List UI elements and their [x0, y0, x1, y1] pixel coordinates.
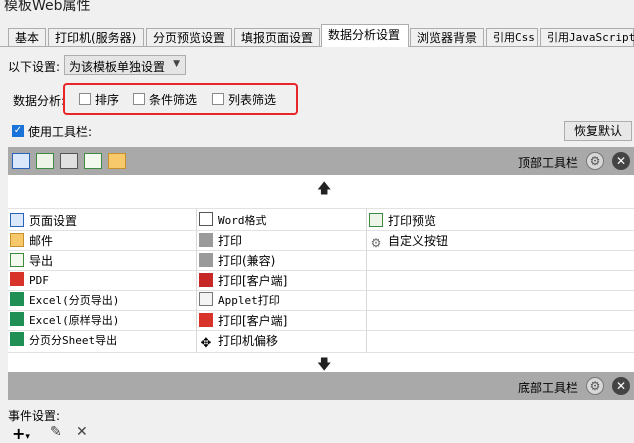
page-setup-icon[interactable]: [12, 153, 30, 169]
flash-print-icon: [199, 273, 213, 287]
gear-icon[interactable]: ⚙: [586, 377, 604, 395]
btn-export-label: 导出: [29, 254, 54, 268]
btn-print-client-pdf-label: 打印[客户端]: [218, 314, 288, 328]
grid-divider: [8, 270, 634, 271]
grid-divider: [366, 209, 367, 353]
data-analysis-label: 数据分析:: [13, 94, 66, 108]
btn-mail-label: 邮件: [29, 234, 54, 248]
grid-divider: [8, 352, 634, 353]
tab-basic[interactable]: 基本: [8, 28, 46, 46]
btn-print-client[interactable]: 打印[客户端]: [199, 271, 287, 291]
events-label: 事件设置:: [8, 409, 61, 423]
btn-mail[interactable]: 邮件: [10, 231, 53, 251]
btn-sheet-export-label: 分页分Sheet导出: [29, 334, 118, 347]
btn-custom-label: 自定义按钮: [388, 234, 449, 248]
arrow-up-icon[interactable]: 🡅: [317, 178, 331, 202]
mail-icon[interactable]: [108, 153, 126, 169]
restore-default-button[interactable]: 恢复默认: [564, 121, 632, 141]
grid-divider: [8, 230, 634, 231]
btn-sheet-export[interactable]: 分页分Sheet导出: [10, 331, 117, 351]
btn-print-client-label: 打印[客户端]: [218, 274, 288, 288]
btn-export[interactable]: 导出: [10, 251, 53, 271]
btn-applet-print[interactable]: Applet打印: [199, 291, 280, 311]
use-toolbar-label: 使用工具栏:: [28, 125, 93, 139]
pdf-icon: [10, 272, 24, 286]
page-setup-icon: [10, 213, 24, 227]
btn-print[interactable]: 打印: [199, 231, 242, 251]
btn-excel-paged-label: Excel(分页导出): [29, 294, 120, 307]
btn-print-preview-label: 打印预览: [388, 214, 437, 228]
settings-select[interactable]: 为该模板单独设置 ▼: [64, 55, 186, 75]
bottom-toolbar[interactable]: 底部工具栏 ⚙ ✕: [8, 372, 634, 400]
gear-icon[interactable]: ⚙: [586, 152, 604, 170]
tab-javascript[interactable]: 引用JavaScript: [540, 28, 634, 46]
btn-print-client-pdf[interactable]: 打印[客户端]: [199, 311, 287, 331]
export-icon[interactable]: [84, 153, 102, 169]
grid-divider: [8, 250, 634, 251]
btn-print-label: 打印: [218, 234, 243, 248]
print-preview-icon[interactable]: [36, 153, 54, 169]
tab-data-analysis[interactable]: 数据分析设置: [321, 24, 409, 47]
print-icon: [199, 253, 213, 267]
print-icon[interactable]: [60, 153, 78, 169]
print-icon: [199, 233, 213, 247]
applet-icon: [199, 292, 213, 306]
top-toolbar-label: 顶部工具栏: [518, 156, 579, 170]
btn-pdf-label: PDF: [29, 274, 49, 287]
condition-filter-label: 条件筛选: [149, 93, 198, 107]
settings-select-value: 为该模板单独设置: [69, 60, 166, 74]
btn-printer-offset-label: 打印机偏移: [218, 334, 279, 348]
btn-page-setup[interactable]: 页面设置: [10, 211, 77, 231]
delete-icon[interactable]: ✕: [76, 424, 88, 440]
btn-printer-offset[interactable]: ✥ 打印机偏移: [199, 331, 278, 351]
btn-word-label: Word格式: [218, 214, 267, 227]
tab-browser-background[interactable]: 浏览器背景: [410, 28, 484, 46]
export-icon: [10, 253, 24, 267]
tab-page-preview[interactable]: 分页预览设置: [146, 28, 232, 46]
use-toolbar-checkbox[interactable]: ✓: [12, 125, 24, 137]
pdf-icon: [199, 313, 213, 327]
tab-css[interactable]: 引用Css: [486, 28, 538, 46]
btn-excel-paged[interactable]: Excel(分页导出): [10, 291, 119, 311]
excel-icon: [10, 332, 24, 346]
grid-divider: [8, 208, 634, 209]
close-icon[interactable]: ✕: [612, 152, 630, 170]
sort-checkbox[interactable]: [79, 93, 91, 105]
list-filter-checkbox[interactable]: [212, 93, 224, 105]
chevron-down-icon: ▼: [173, 59, 180, 69]
gear-icon: ⚙: [370, 236, 382, 250]
settings-label: 以下设置:: [8, 60, 61, 74]
window-title: 模板Web属性: [4, 0, 91, 14]
grid-divider: [196, 209, 197, 353]
btn-print-compatible[interactable]: 打印(兼容): [199, 251, 275, 271]
btn-applet-print-label: Applet打印: [218, 294, 280, 307]
tab-fill-page[interactable]: 填报页面设置: [234, 28, 320, 46]
list-filter-label: 列表筛选: [228, 93, 277, 107]
btn-excel-original[interactable]: Excel(原样导出): [10, 311, 119, 331]
close-icon[interactable]: ✕: [612, 377, 630, 395]
print-preview-icon: [369, 213, 383, 227]
bottom-toolbar-label: 底部工具栏: [518, 381, 579, 395]
condition-filter-checkbox[interactable]: [133, 93, 145, 105]
move-icon: ✥: [200, 336, 212, 351]
btn-custom[interactable]: ⚙ 自定义按钮: [369, 231, 448, 251]
excel-icon: [10, 292, 24, 306]
btn-word[interactable]: Word格式: [199, 211, 267, 231]
sort-label: 排序: [95, 93, 120, 107]
btn-page-setup-label: 页面设置: [29, 214, 78, 228]
btn-pdf[interactable]: PDF: [10, 271, 49, 291]
word-icon: [199, 212, 213, 226]
add-icon[interactable]: +▾: [12, 424, 30, 443]
mail-icon: [10, 233, 24, 247]
btn-excel-original-label: Excel(原样导出): [29, 314, 120, 327]
tab-printer-server[interactable]: 打印机(服务器): [48, 28, 144, 46]
excel-icon: [10, 312, 24, 326]
btn-print-preview[interactable]: 打印预览: [369, 211, 436, 231]
btn-print-compatible-label: 打印(兼容): [218, 254, 276, 268]
top-toolbar[interactable]: 顶部工具栏 ⚙ ✕: [8, 147, 634, 175]
edit-icon[interactable]: ✎: [50, 424, 62, 440]
